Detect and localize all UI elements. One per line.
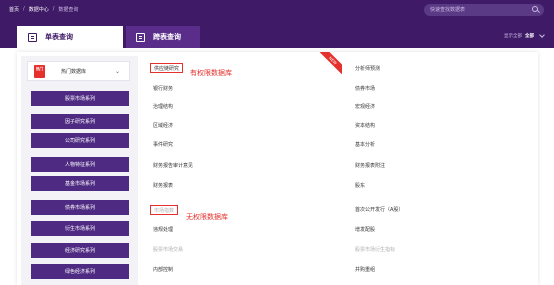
series-fund-market[interactable]: 基金市场系列 [31, 176, 129, 191]
series-stock-market[interactable]: 股票市场系列 [31, 91, 129, 106]
database-item[interactable]: 区域经济 [153, 120, 173, 130]
search-input[interactable] [430, 4, 526, 16]
search-box[interactable] [424, 4, 544, 16]
database-item[interactable]: 供应链研究 [150, 63, 184, 73]
series-company-research[interactable]: 公司研究系列 [31, 133, 129, 148]
hot-badge: 热门 [34, 65, 45, 78]
database-item-no-permission[interactable]: 市场指数 [150, 205, 179, 215]
database-item[interactable]: 首次公开发行（A股） [355, 204, 403, 214]
database-item[interactable]: 增发配股 [355, 224, 375, 234]
database-item[interactable]: 财务报表附注 [355, 160, 385, 170]
database-item[interactable]: 股东 [355, 180, 365, 190]
tab-cross-table-query[interactable]: 跨表查询 [126, 26, 200, 48]
database-item[interactable]: 宏观经济 [355, 101, 375, 111]
annotation-has-permission: 有权限数据库 [190, 69, 232, 77]
chevron-down-icon [539, 32, 545, 38]
tab-single-table-query[interactable]: 单表查询 [17, 26, 123, 48]
table-icon [28, 32, 37, 42]
database-item-no-permission[interactable]: 股票市场衍生指标 [355, 244, 395, 254]
database-item[interactable]: 银行财务 [153, 83, 173, 93]
breadcrumb-current: 数据查询 [58, 6, 79, 13]
display-mode-label: 显示全部 [504, 34, 522, 39]
tab-label: 跨表查询 [153, 33, 181, 41]
breadcrumb-data-center[interactable]: 数据中心 [29, 6, 49, 13]
database-item[interactable]: 资本结构 [355, 120, 375, 130]
series-person-features[interactable]: 人物特征系列 [31, 157, 129, 172]
hot-database-selector[interactable]: 热门 热门数据库 ⌄ [27, 61, 130, 81]
table-icon [136, 32, 145, 42]
database-item[interactable]: 治理结构 [153, 101, 173, 111]
database-item[interactable]: 事件研究 [153, 139, 173, 149]
database-item[interactable]: 并购重组 [355, 264, 375, 274]
database-item[interactable]: 分析师预测 [355, 63, 380, 73]
series-factor-research[interactable]: 因子研究系列 [31, 114, 129, 129]
hot-database-label: 热门数据库 [61, 69, 87, 75]
database-item[interactable]: 债券市场 [355, 83, 375, 93]
database-item[interactable]: 财务报表 [153, 180, 173, 190]
annotation-no-permission: 无权限数据库 [186, 213, 228, 221]
display-mode-dropdown[interactable]: 显示全部 全部 [504, 32, 545, 39]
series-economic-research[interactable]: 经济研究系列 [31, 243, 129, 258]
database-item[interactable]: 内部控制 [153, 264, 173, 274]
breadcrumb-home[interactable]: 首页 [9, 6, 19, 13]
series-derivatives-market[interactable]: 衍生市场系列 [31, 221, 129, 236]
search-icon[interactable] [532, 6, 538, 12]
new-ribbon-label: NEW [320, 52, 342, 74]
breadcrumb-separator: / [23, 6, 25, 12]
new-ribbon: NEW [320, 52, 342, 74]
chevron-down-icon: ⌄ [114, 68, 120, 75]
series-green-economy[interactable]: 绿色经济系列 [31, 264, 129, 279]
display-mode-value: 全部 [525, 34, 534, 39]
database-item-no-permission[interactable]: 股票市场交易 [153, 244, 183, 254]
series-bond-market[interactable]: 债券市场系列 [31, 200, 129, 215]
breadcrumb-separator: / [52, 6, 55, 12]
tab-label: 单表查询 [45, 33, 73, 41]
database-item[interactable]: 违规处理 [153, 224, 173, 234]
breadcrumb: 首页 / 数据中心 / 数据查询 [9, 5, 78, 13]
database-item[interactable]: 财务报告审计意见 [153, 160, 193, 170]
database-item[interactable]: 基本分析 [355, 139, 375, 149]
